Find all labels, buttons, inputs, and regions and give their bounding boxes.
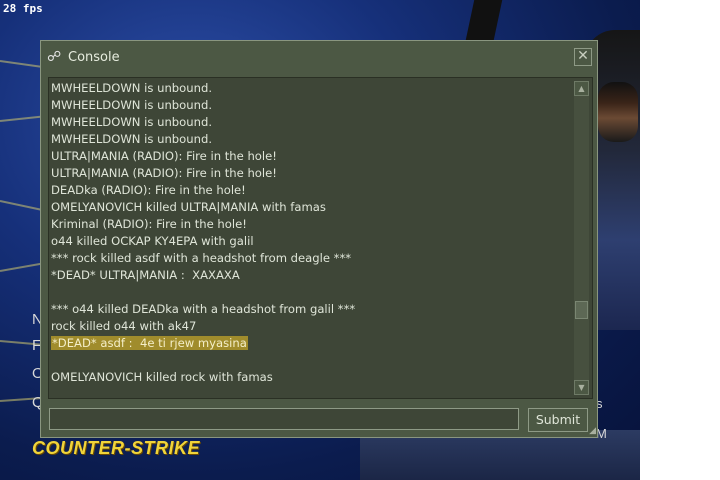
console-line: MWHEELDOWN is unbound. (51, 97, 571, 114)
counter-strike-logo: COUNTER-STRIKE (32, 438, 200, 459)
arrow-up-icon: ▲ (578, 84, 585, 93)
command-input[interactable] (49, 408, 519, 430)
weapon-silhouette (465, 0, 503, 40)
console-line-text: OMELYANOVICH killed rock with famas (51, 370, 273, 384)
console-line-text: rock killed o44 with ak47 (51, 319, 197, 333)
console-line-text: *DEAD* ULTRA|MANIA : XAXAXA (51, 268, 240, 282)
close-icon: ✕ (577, 48, 589, 64)
console-line: o44 killed OCKAP KY4EPA with galil (51, 233, 571, 250)
console-line: *** o44 killed DEADka with a headshot fr… (51, 301, 571, 318)
arrow-down-icon: ▼ (578, 383, 585, 392)
console-line-text: o44 killed OCKAP KY4EPA with galil (51, 234, 254, 248)
console-line: ULTRA|MANIA (RADIO): Fire in the hole! (51, 165, 571, 182)
console-line-text: ULTRA|MANIA (RADIO): Fire in the hole! (51, 149, 277, 163)
console-line: OMELYANOVICH killed ULTRA|MANIA with fam… (51, 199, 571, 216)
console-line: rock killed o44 with ak47 (51, 318, 571, 335)
console-line: MWHEELDOWN is unbound. (51, 131, 571, 148)
console-line: MWHEELDOWN is unbound. (51, 114, 571, 131)
scroll-up-button[interactable]: ▲ (574, 81, 589, 96)
scrollbar[interactable]: ▲ ▼ (574, 81, 589, 395)
console-line: OMELYANOVICH killed rock with famas (51, 369, 571, 386)
scroll-down-button[interactable]: ▼ (574, 380, 589, 395)
console-window: ☍ Console ✕ MWHEELDOWN is unbound. MWHEEL… (40, 40, 598, 438)
console-line-text: MWHEELDOWN is unbound. (51, 115, 213, 129)
console-line: Kriminal (RADIO): Fire in the hole! (51, 216, 571, 233)
console-line-text: OMELYANOVICH killed ULTRA|MANIA with fam… (51, 200, 326, 214)
steam-icon: ☍ (47, 49, 62, 65)
scrollbar-thumb[interactable] (575, 301, 588, 319)
console-titlebar[interactable]: ☍ Console ✕ (41, 41, 597, 75)
console-line-text: *** rock killed asdf with a headshot fro… (51, 251, 352, 265)
close-button[interactable]: ✕ (574, 48, 592, 66)
console-title: Console (68, 50, 120, 65)
console-line-text: ULTRA|MANIA (RADIO): Fire in the hole! (51, 166, 277, 180)
resize-grip-icon[interactable]: ◢ (586, 426, 596, 436)
console-lines: MWHEELDOWN is unbound. MWHEELDOWN is unbo… (51, 80, 571, 386)
console-line-text: *** o44 killed DEADka with a headshot fr… (51, 302, 356, 316)
console-line-text: *DEAD* asdf : 4e ti rjew myasina (51, 336, 248, 350)
soldier-face (598, 82, 638, 142)
console-line: ULTRA|MANIA (RADIO): Fire in the hole! (51, 148, 571, 165)
submit-button[interactable]: Submit (528, 408, 588, 432)
console-line: *DEAD* ULTRA|MANIA : XAXAXA (51, 267, 571, 284)
console-output: MWHEELDOWN is unbound. MWHEELDOWN is unbo… (48, 77, 593, 399)
logo-text: COUNTER-STRIKE (32, 438, 200, 458)
console-line: MWHEELDOWN is unbound. (51, 80, 571, 97)
console-line: *DEAD* asdf : 4e ti rjew myasina (51, 335, 571, 352)
fps-counter: 28 fps (3, 2, 43, 15)
console-line-text: Kriminal (RADIO): Fire in the hole! (51, 217, 247, 231)
console-line-text: MWHEELDOWN is unbound. (51, 98, 213, 112)
console-line: *** rock killed asdf with a headshot fro… (51, 250, 571, 267)
console-line-text: DEADka (RADIO): Fire in the hole! (51, 183, 246, 197)
console-line: DEADka (RADIO): Fire in the hole! (51, 182, 571, 199)
console-line-text: MWHEELDOWN is unbound. (51, 132, 213, 146)
console-line-text: MWHEELDOWN is unbound. (51, 81, 213, 95)
